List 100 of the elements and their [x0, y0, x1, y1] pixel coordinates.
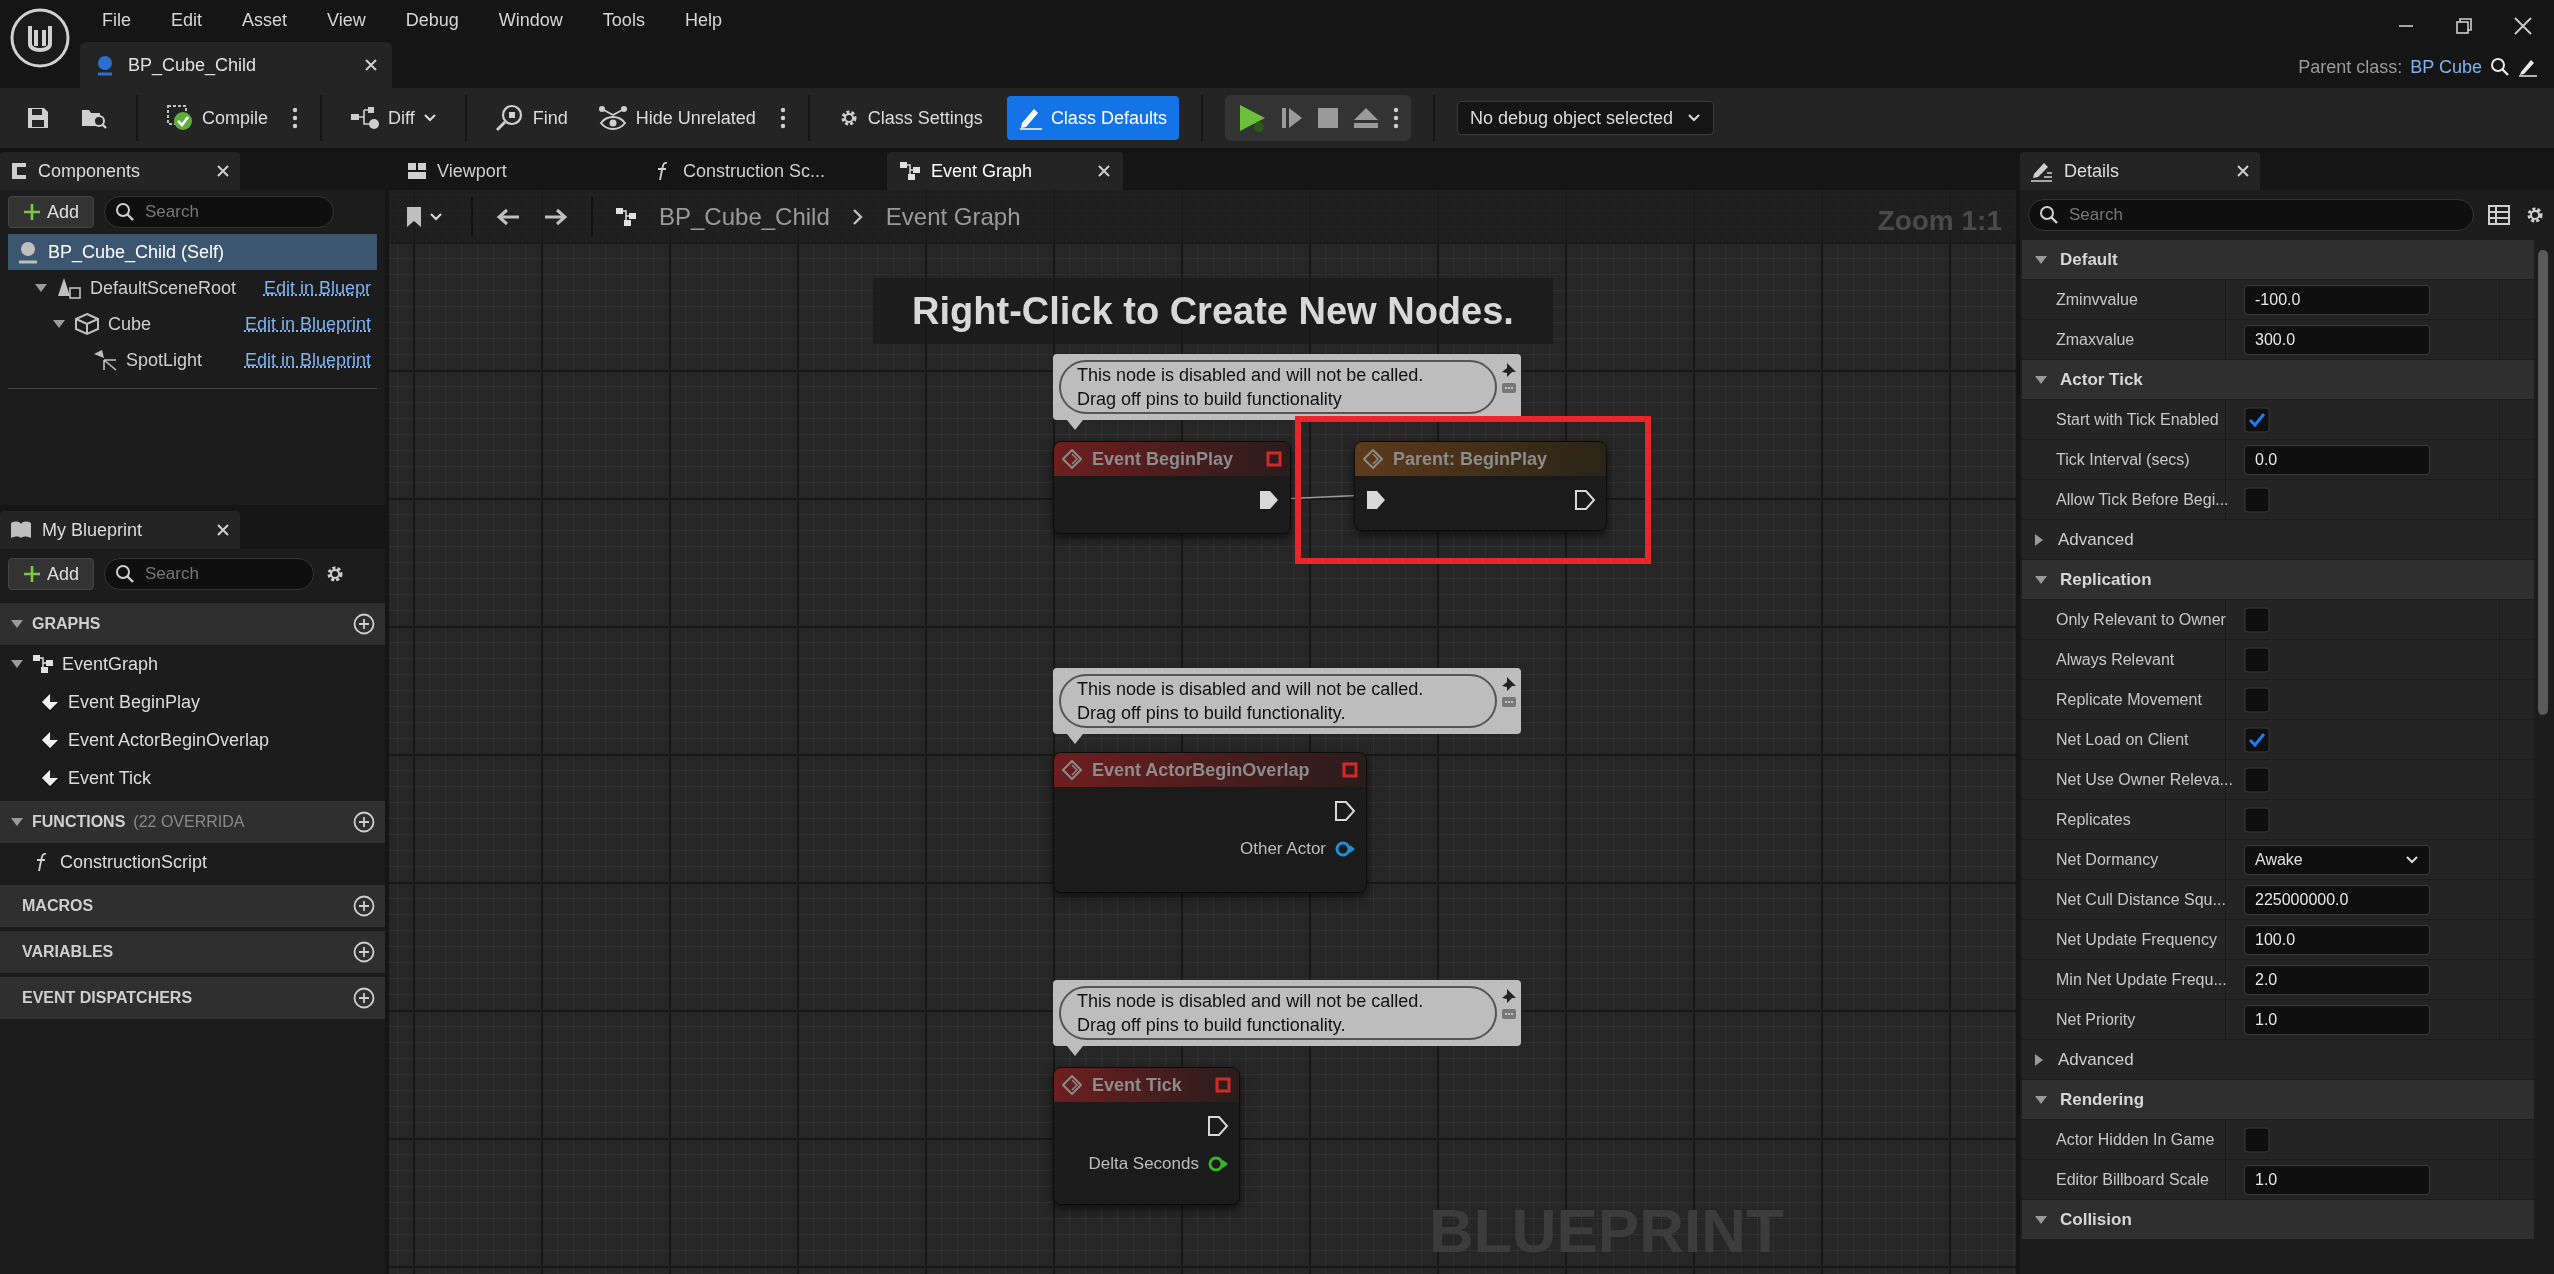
- search-field[interactable]: Search: [2028, 199, 2474, 231]
- stop-icon[interactable]: [1316, 107, 1339, 129]
- data-pin-icon[interactable]: [1334, 840, 1356, 858]
- section-header[interactable]: MACROS: [0, 885, 385, 927]
- add-icon[interactable]: [353, 811, 375, 833]
- forward-arrow-icon[interactable]: [543, 207, 569, 227]
- close-icon[interactable]: [364, 58, 378, 72]
- number-field[interactable]: 2.0: [2244, 964, 2430, 995]
- blueprint-list-item[interactable]: Event Tick: [0, 759, 385, 797]
- component-tree-item[interactable]: SpotLight Edit in Blueprint: [8, 342, 377, 378]
- section-header[interactable]: VARIABLES: [0, 931, 385, 973]
- my-blueprint-tab[interactable]: My Blueprint: [0, 511, 240, 549]
- edit-in-blueprint-link[interactable]: Edit in Blueprint: [244, 346, 371, 374]
- section-header[interactable]: GRAPHS: [0, 603, 385, 645]
- checkbox[interactable]: [2244, 646, 2270, 673]
- category-header[interactable]: Collision: [2022, 1200, 2534, 1240]
- menu-item[interactable]: View: [327, 6, 366, 34]
- class-settings-button[interactable]: Class Settings: [831, 96, 989, 140]
- pin-icon[interactable]: [1501, 988, 1517, 1004]
- blueprint-list-item[interactable]: Event ActorBeginOverlap: [0, 721, 385, 759]
- parent-class-link[interactable]: BP Cube: [2410, 53, 2482, 81]
- number-field[interactable]: 225000000.0: [2244, 884, 2430, 915]
- section-arrow-icon[interactable]: [10, 619, 24, 629]
- checkbox[interactable]: [2244, 606, 2270, 633]
- add-icon[interactable]: [353, 895, 375, 917]
- close-icon[interactable]: [1097, 164, 1111, 178]
- close-icon[interactable]: [216, 523, 230, 537]
- delegate-pin-icon[interactable]: [1266, 451, 1282, 467]
- table-view-icon[interactable]: [2488, 205, 2510, 225]
- details-tab[interactable]: Details: [2020, 152, 2260, 190]
- number-field[interactable]: 300.0: [2244, 324, 2430, 355]
- blueprint-list-item[interactable]: EventGraph: [0, 645, 385, 683]
- blueprint-node[interactable]: Event ActorBeginOverlap Other Actor: [1053, 752, 1367, 893]
- close-icon[interactable]: [2514, 17, 2532, 35]
- number-field[interactable]: -100.0: [2244, 284, 2430, 315]
- category-header[interactable]: Actor Tick: [2022, 360, 2534, 400]
- checkbox[interactable]: [2244, 406, 2270, 433]
- blueprint-node[interactable]: Event BeginPlay: [1053, 441, 1291, 534]
- step-forward-icon[interactable]: [1280, 106, 1303, 130]
- diff-dropdown[interactable]: Diff: [344, 96, 443, 140]
- breadcrumb-item[interactable]: BP_Cube_Child: [659, 199, 830, 235]
- exec-pin-icon[interactable]: [1365, 489, 1387, 511]
- blueprint-node[interactable]: Parent: BeginPlay: [1354, 441, 1607, 531]
- number-field[interactable]: 0.0: [2244, 444, 2430, 475]
- collapse-arrow-icon[interactable]: [2034, 1052, 2044, 1067]
- graph-canvas[interactable]: [389, 190, 2016, 1274]
- expand-arrow-icon[interactable]: [34, 283, 48, 293]
- exec-pin-icon[interactable]: [1258, 489, 1280, 511]
- blueprint-list-item[interactable]: ConstructionScript: [0, 843, 385, 881]
- checkbox[interactable]: [2244, 686, 2270, 713]
- checkbox[interactable]: [2244, 1126, 2270, 1153]
- eject-icon[interactable]: [1352, 107, 1379, 129]
- blueprint-node[interactable]: Event Tick Delta Seconds: [1053, 1067, 1240, 1205]
- checkbox[interactable]: [2244, 766, 2270, 793]
- search-icon[interactable]: [2490, 57, 2510, 77]
- menu-item[interactable]: Window: [498, 6, 563, 34]
- collapse-arrow-icon[interactable]: [2034, 532, 2044, 547]
- section-header[interactable]: FUNCTIONS (22 OVERRIDA: [0, 801, 385, 843]
- search-field[interactable]: Search: [104, 558, 315, 590]
- hide-unrelated-button[interactable]: Hide Unrelated: [591, 96, 762, 140]
- menu-item[interactable]: Asset: [242, 6, 288, 34]
- add-icon[interactable]: [353, 613, 375, 635]
- advanced-group[interactable]: Advanced: [2022, 1040, 2534, 1080]
- add-icon[interactable]: [353, 987, 375, 1009]
- menu-item[interactable]: Help: [684, 6, 722, 34]
- data-pin-icon[interactable]: [1207, 1155, 1229, 1173]
- exec-pin-icon[interactable]: [1574, 489, 1596, 511]
- menu-item[interactable]: Edit: [171, 6, 203, 34]
- expand-arrow-icon[interactable]: [2034, 574, 2048, 585]
- checkbox[interactable]: [2244, 726, 2270, 753]
- exec-pin-icon[interactable]: [1334, 800, 1356, 822]
- advanced-group[interactable]: Advanced: [2022, 520, 2534, 560]
- number-field[interactable]: 100.0: [2244, 924, 2430, 955]
- restore-icon[interactable]: [2456, 18, 2472, 34]
- expand-arrow-icon[interactable]: [2034, 1214, 2048, 1225]
- expand-arrow-icon[interactable]: [2034, 1094, 2048, 1105]
- scrollbar-thumb[interactable]: [2538, 250, 2548, 715]
- menu-item[interactable]: File: [102, 6, 131, 34]
- back-arrow-icon[interactable]: [495, 207, 521, 227]
- section-arrow-icon[interactable]: [10, 817, 24, 827]
- expand-arrow-icon[interactable]: [2034, 374, 2048, 385]
- more-options-icon[interactable]: [1392, 107, 1399, 129]
- exec-pin-icon[interactable]: [1207, 1115, 1229, 1137]
- category-header[interactable]: Rendering: [2022, 1080, 2534, 1120]
- blueprint-list-item[interactable]: Event BeginPlay: [0, 683, 385, 721]
- checkbox[interactable]: [2244, 806, 2270, 833]
- menu-item[interactable]: Debug: [405, 6, 459, 34]
- menu-item[interactable]: Tools: [602, 6, 645, 34]
- pin-icon[interactable]: [1501, 362, 1517, 378]
- add-icon[interactable]: [353, 941, 375, 963]
- document-tab[interactable]: BP_Cube_Child: [80, 42, 392, 88]
- close-icon[interactable]: [2236, 164, 2250, 178]
- engine-logo-icon[interactable]: [10, 8, 70, 68]
- more-options-icon[interactable]: [779, 107, 786, 129]
- category-header[interactable]: Replication: [2022, 560, 2534, 600]
- delegate-pin-icon[interactable]: [1342, 762, 1358, 778]
- find-button[interactable]: Find: [488, 96, 574, 140]
- compile-button[interactable]: Compile: [160, 96, 275, 140]
- edit-in-blueprint-link[interactable]: Edit in Blueprint: [244, 310, 371, 338]
- close-icon[interactable]: [216, 164, 230, 178]
